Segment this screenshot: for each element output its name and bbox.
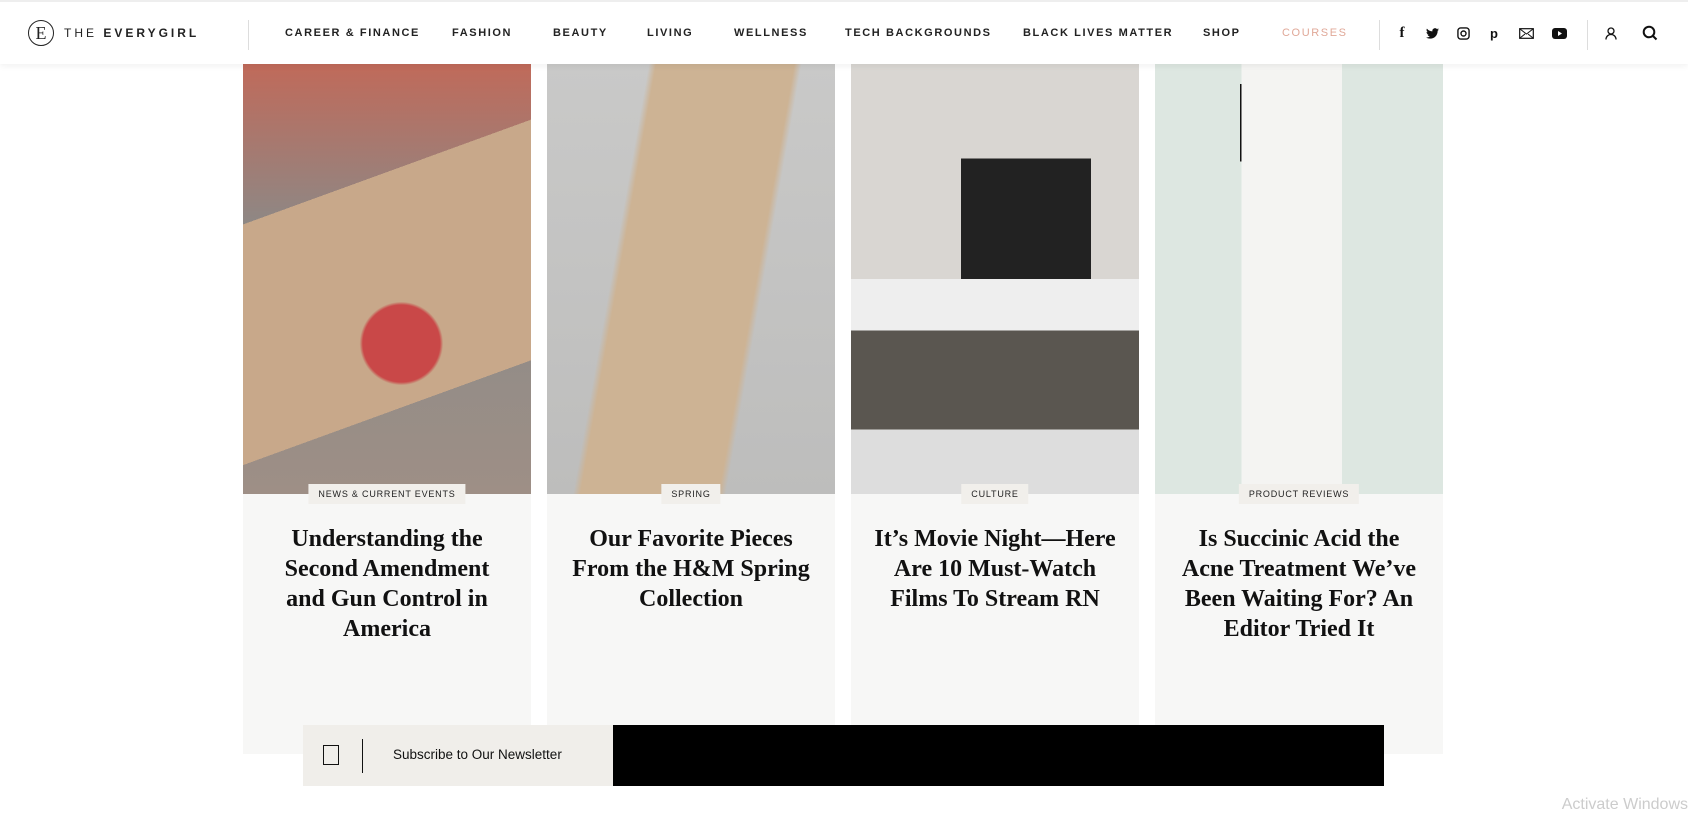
instagram-icon[interactable]: [1454, 24, 1472, 42]
article-title[interactable]: Understanding the Second Amendment and G…: [263, 524, 511, 644]
search-icon[interactable]: [1641, 24, 1659, 42]
nav-living[interactable]: LIVING: [647, 27, 693, 39]
user-icon[interactable]: [1602, 24, 1620, 42]
nav-courses[interactable]: COURSES: [1282, 27, 1348, 39]
article-image[interactable]: [243, 64, 531, 494]
newsletter-label[interactable]: Subscribe to Our Newsletter: [393, 747, 562, 762]
logo-name: EVERYGIRL: [103, 26, 200, 40]
pinterest-icon[interactable]: p: [1485, 24, 1503, 42]
article-image[interactable]: [851, 64, 1139, 494]
category-tag[interactable]: NEWS & CURRENT EVENTS: [308, 484, 466, 504]
article-title[interactable]: Our Favorite Pieces From the H&M Spring …: [567, 524, 815, 614]
article-card[interactable]: CULTURE It’s Movie Night—Here Are 10 Mus…: [851, 64, 1139, 754]
logo-prefix: THE: [64, 26, 97, 40]
article-card[interactable]: SPRING Our Favorite Pieces From the H&M …: [547, 64, 835, 754]
newsletter-bar: Subscribe to Our Newsletter: [303, 725, 1384, 786]
nav-fashion[interactable]: FASHION: [452, 27, 512, 39]
article-title[interactable]: Is Succinic Acid the Acne Treatment We’v…: [1175, 524, 1423, 644]
youtube-icon[interactable]: [1550, 24, 1568, 42]
article-image[interactable]: [547, 64, 835, 494]
logo-mark: E: [28, 20, 54, 46]
article-card[interactable]: NEWS & CURRENT EVENTS Understanding the …: [243, 64, 531, 754]
site-header: E THE EVERYGIRL CAREER & FINANCE FASHION…: [0, 0, 1688, 64]
nav-black-lives-matter[interactable]: BLACK LIVES MATTER: [1023, 27, 1173, 39]
category-tag[interactable]: PRODUCT REVIEWS: [1238, 484, 1360, 504]
category-tag[interactable]: SPRING: [661, 484, 721, 504]
nav-career-finance[interactable]: CAREER & FINANCE: [285, 27, 420, 39]
category-tag[interactable]: CULTURE: [961, 484, 1029, 504]
divider: [1587, 20, 1588, 50]
divider: [248, 20, 249, 50]
os-watermark: Activate Windows: [1561, 796, 1688, 813]
twitter-icon[interactable]: [1423, 24, 1441, 42]
newsletter-signup[interactable]: Subscribe to Our Newsletter: [303, 725, 613, 786]
nav-beauty[interactable]: BEAUTY: [553, 27, 608, 39]
divider: [362, 739, 363, 773]
logo[interactable]: E THE EVERYGIRL: [28, 20, 199, 46]
facebook-icon[interactable]: f: [1393, 24, 1411, 42]
mail-icon[interactable]: [1517, 24, 1535, 42]
article-image[interactable]: [1155, 64, 1443, 494]
article-card[interactable]: PRODUCT REVIEWS Is Succinic Acid the Acn…: [1155, 64, 1443, 754]
nav-tech-backgrounds[interactable]: TECH BACKGROUNDS: [845, 27, 992, 39]
divider: [1379, 20, 1380, 50]
article-title[interactable]: It’s Movie Night—Here Are 10 Must-Watch …: [871, 524, 1119, 614]
nav-wellness[interactable]: WELLNESS: [734, 27, 808, 39]
newsletter-icon: [323, 745, 339, 765]
nav-shop[interactable]: SHOP: [1203, 27, 1241, 39]
